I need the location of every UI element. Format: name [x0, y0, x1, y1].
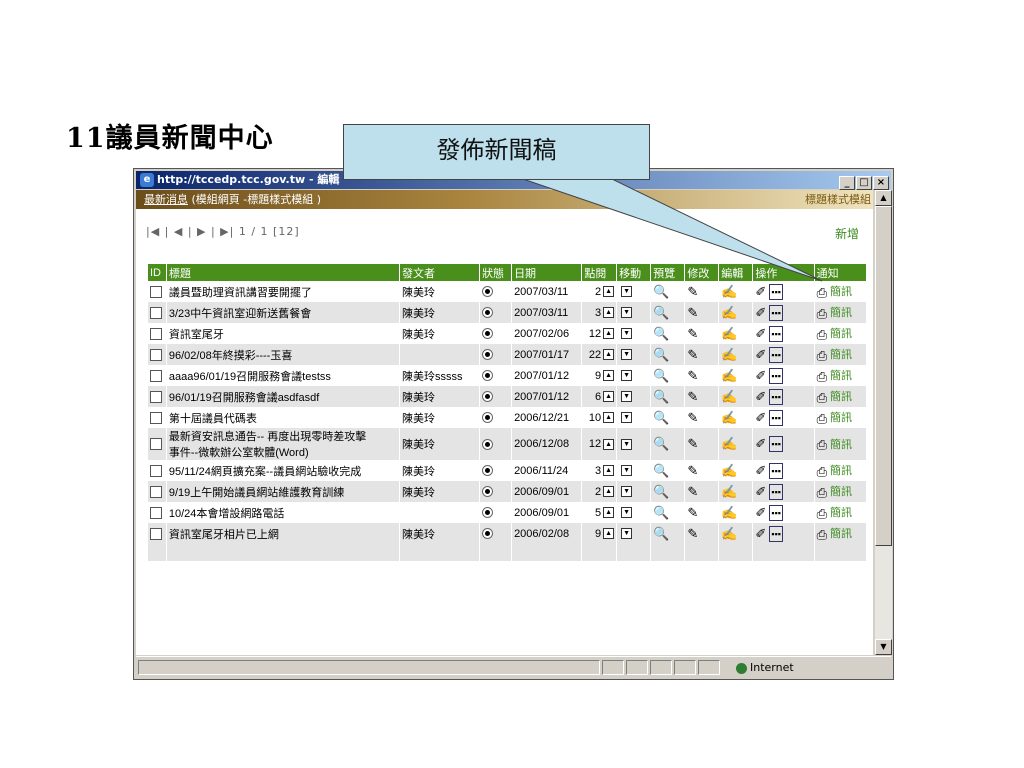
callout-box: 發佈新聞稿 [343, 124, 650, 180]
callout-pointer [519, 177, 823, 282]
